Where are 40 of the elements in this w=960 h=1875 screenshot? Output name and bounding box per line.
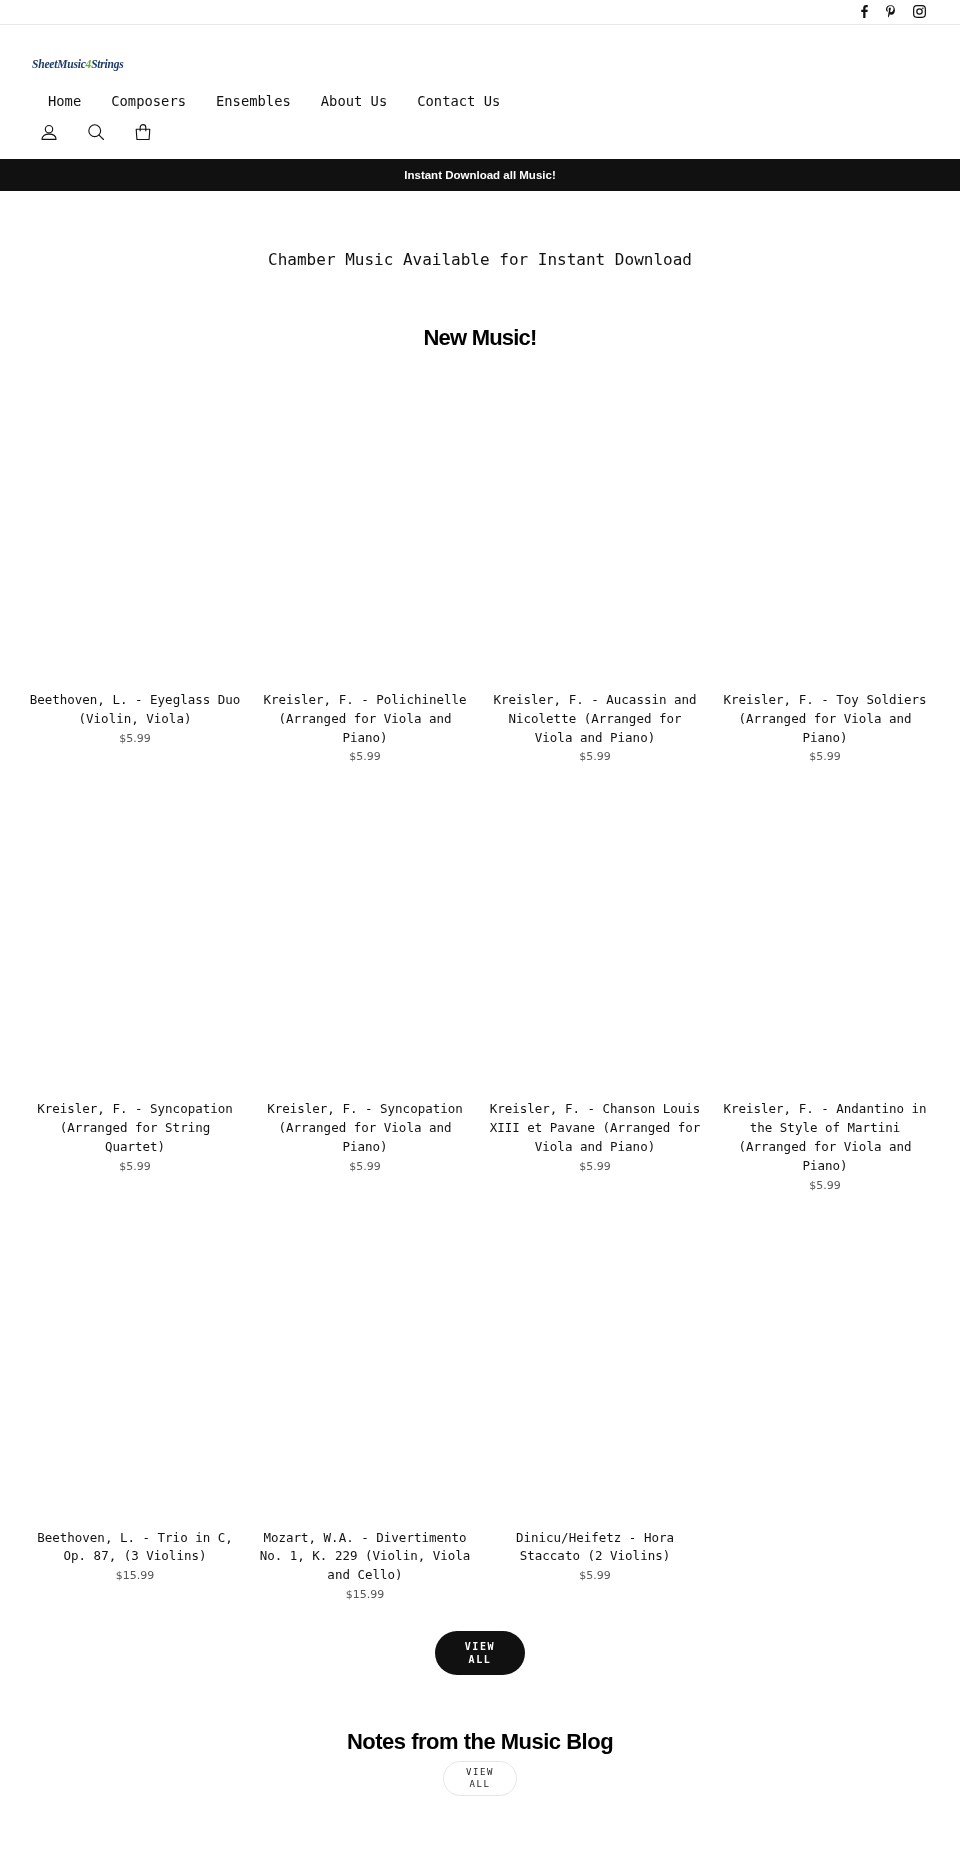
product-price: $5.99 — [579, 749, 611, 766]
announcement-bar: Instant Download all Music! — [0, 159, 960, 191]
shopping-bag-icon[interactable] — [135, 124, 151, 140]
account-icon[interactable] — [41, 124, 57, 140]
product-title[interactable]: Mozart, W.A. - Divertimento No. 1, K. 229 (Violin, Viola and Cello) — [258, 1528, 472, 1585]
product-price: $15.99 — [115, 1568, 155, 1585]
product-title[interactable]: Kreisler, F. - Aucassin and Nicolette (Arranged for Viola and Piano) — [488, 691, 702, 748]
product-title[interactable]: Dinicu/Heifetz - Hora Staccato (2 Violins) — [488, 1528, 702, 1567]
product-price: $5.99 — [809, 749, 841, 766]
section-heading: New Music! — [423, 325, 537, 351]
product-title[interactable]: Beethoven, L. - Eyeglass Duo (Violin, Viola) — [28, 691, 242, 729]
product-title[interactable]: Kreisler, F. - Polichinelle (Arranged for Viola and Piano) — [258, 691, 472, 748]
product-price: $5.99 — [349, 749, 381, 766]
nav-link[interactable]: Composers — [96, 91, 201, 111]
nav-link[interactable]: About Us — [305, 91, 403, 111]
view-all-button[interactable]: VIEW ALL — [443, 1760, 517, 1796]
product-title[interactable]: Kreisler, F. - Syncopation (Arranged for Viola and Piano) — [258, 1100, 472, 1157]
product-price: $5.99 — [579, 1568, 611, 1585]
product-price: $5.99 — [349, 1158, 381, 1175]
product-price: $15.99 — [345, 1586, 385, 1603]
product-title[interactable]: Kreisler, F. - Syncopation (Arranged for String Quartet) — [28, 1100, 242, 1157]
search-icon[interactable] — [88, 124, 104, 140]
product-title[interactable]: Beethoven, L. - Trio in C, Op. 87, (3 Violins) — [28, 1528, 242, 1567]
instagram-icon[interactable] — [913, 5, 926, 18]
nav-link[interactable]: Ensembles — [201, 91, 306, 111]
pinterest-icon[interactable] — [886, 5, 895, 18]
product-price: $5.99 — [809, 1177, 841, 1194]
product-title[interactable]: Kreisler, F. - Chanson Louis XIII et Pavane (Arranged for Viola and Piano) — [488, 1100, 702, 1157]
section-heading: Notes from the Music Blog — [346, 1728, 614, 1755]
tagline: Chamber Music Available for Instant Download — [268, 250, 692, 270]
nav-link[interactable]: Contact Us — [402, 91, 516, 111]
product-title[interactable]: Kreisler, F. - Andantino in the Style of Martini (Arranged for Viola and Piano) — [718, 1100, 932, 1176]
view-all-button[interactable]: VIEW ALL — [435, 1630, 525, 1675]
product-price: $5.99 — [119, 1158, 151, 1175]
product-price: $5.99 — [119, 730, 151, 747]
product-title[interactable]: Kreisler, F. - Toy Soldiers (Arranged for Viola and Piano) — [718, 691, 932, 748]
logo[interactable]: SheetMusic4Strings — [32, 57, 124, 71]
nav-link[interactable]: Home — [33, 91, 97, 111]
product-price: $5.99 — [579, 1158, 611, 1175]
facebook-icon[interactable] — [861, 5, 868, 18]
